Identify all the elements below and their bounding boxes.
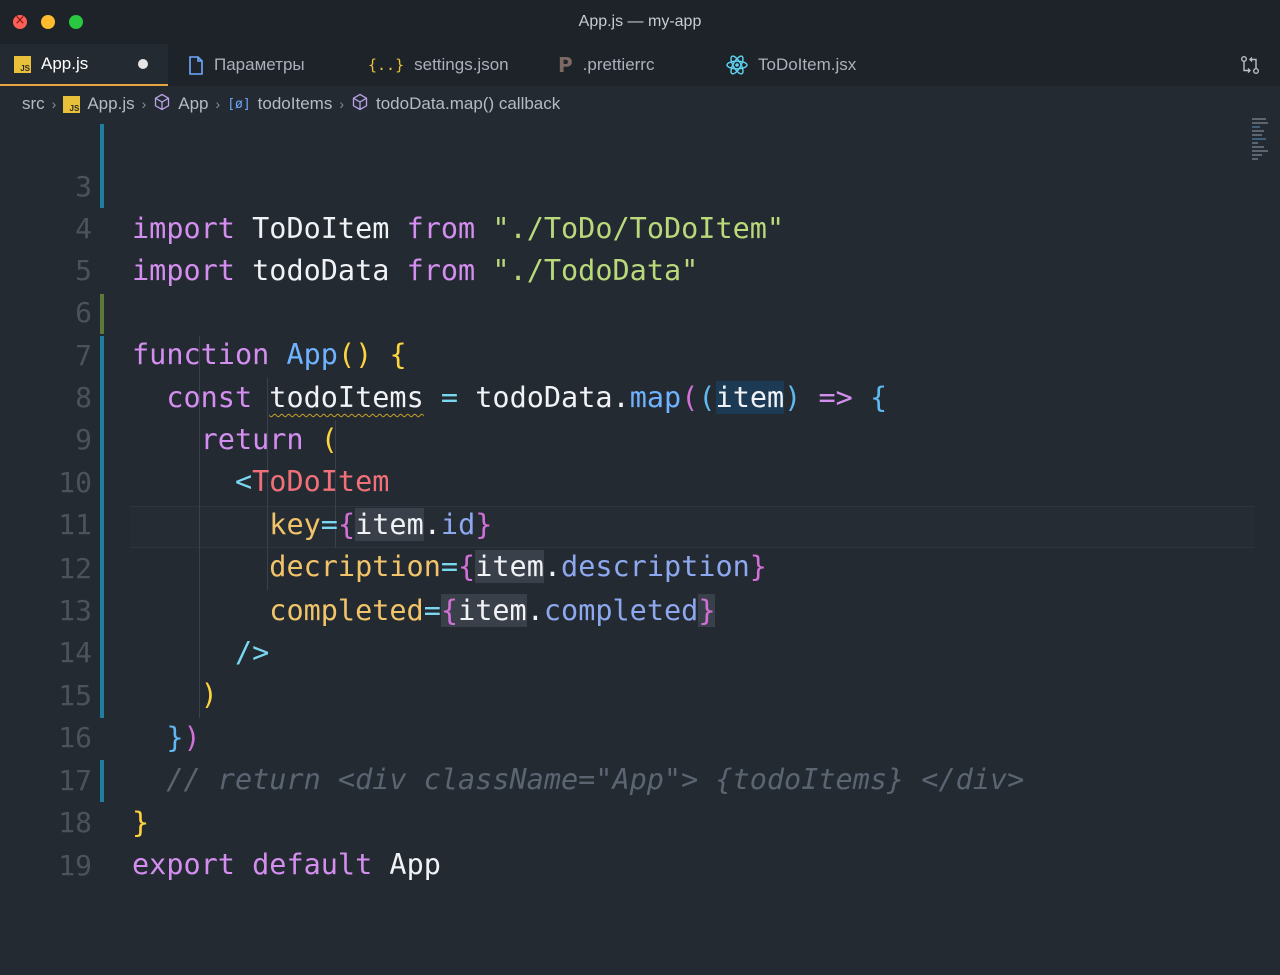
line-number: 19 <box>58 849 92 882</box>
code-editor[interactable]: 3 import ToDoItem from "./ToDo/ToDoItem"… <box>0 122 1280 975</box>
tab-prettierrc[interactable]: P .prettierrc <box>544 44 668 86</box>
window-title: App.js — my-app <box>578 13 702 30</box>
symbol-variable-icon: [ø] <box>227 96 251 112</box>
code-line-17[interactable]: 17 } <box>0 718 1280 839</box>
breadcrumb-item-callback[interactable]: todoData.map() callback <box>376 94 560 114</box>
code-line-15[interactable]: 15 }) <box>0 633 1280 754</box>
tab-label: ToDoItem.jsx <box>758 55 857 74</box>
prettier-icon: P <box>558 53 573 77</box>
tab-parametry[interactable]: Параметры <box>174 44 319 86</box>
tab-todoitem-jsx[interactable]: ToDoItem.jsx <box>712 44 870 86</box>
tab-settings-json[interactable]: {..} settings.json <box>354 44 523 86</box>
compare-changes-icon[interactable] <box>1240 55 1260 80</box>
minimap[interactable] <box>1252 118 1270 170</box>
code-line-9[interactable]: 9 <ToDoItem <box>0 377 1280 498</box>
code-line-16[interactable]: 16 // return <div className="App"> {todo… <box>0 675 1280 796</box>
breadcrumb-item-app[interactable]: App <box>178 94 208 114</box>
js-file-icon: JS <box>14 55 31 73</box>
code-line-11[interactable]: 11 decription={item.description} <box>0 462 1280 583</box>
code-line-6[interactable]: 6 function App() { <box>0 250 1280 371</box>
breadcrumb-item-todoitems[interactable]: todoItems <box>258 94 333 114</box>
tab-label: .prettierrc <box>582 55 655 74</box>
tab-label: Параметры <box>214 55 305 74</box>
chevron-right-icon: › <box>215 96 221 112</box>
file-icon <box>188 55 204 75</box>
json-braces-icon: {..} <box>368 56 405 74</box>
editor-window: App.js — my-app JS App.js Параметры {..}… <box>0 0 1280 975</box>
code-line-10[interactable]: 10 key={item.id} <box>0 420 1280 541</box>
code-line-12[interactable]: 12 completed={item.completed} <box>0 506 1280 627</box>
breadcrumb: src › JS App.js › App › [ø] todoItems › … <box>0 86 1280 122</box>
title-bar: App.js — my-app <box>0 0 1280 44</box>
code-line-13[interactable]: 13 /> <box>0 548 1280 669</box>
tab-label: App.js <box>41 54 89 73</box>
symbol-function-icon <box>351 93 369 116</box>
code-line-8[interactable]: 8 return ( <box>0 335 1280 456</box>
breadcrumb-item-src[interactable]: src <box>22 94 45 114</box>
symbol-function-icon <box>153 93 171 116</box>
breadcrumb-item-file[interactable]: App.js <box>87 94 134 114</box>
tab-label: settings.json <box>414 55 509 74</box>
code-line-3[interactable]: 3 import ToDoItem from "./ToDo/ToDoItem" <box>0 124 1280 245</box>
code-line-19[interactable]: 19 <box>0 803 1280 882</box>
code-line-5[interactable]: 5 <box>0 208 1280 287</box>
chevron-right-icon: › <box>141 96 147 112</box>
js-file-icon: JS <box>63 95 81 113</box>
code-line-7[interactable]: 7 const todoItems = todoData.map((item) … <box>0 293 1280 414</box>
unsaved-dot-icon[interactable] <box>138 59 149 69</box>
tab-bar: JS App.js Параметры {..} settings.json P… <box>0 44 1280 86</box>
chevron-right-icon: › <box>339 96 344 112</box>
code-line-18[interactable]: 18 export default App <box>0 760 1280 881</box>
code-line-4[interactable]: 4 import todoData from "./TodoData" <box>0 166 1280 287</box>
chevron-right-icon: › <box>51 96 57 112</box>
code-line-14[interactable]: 14 ) <box>0 590 1280 711</box>
react-icon <box>726 55 748 75</box>
tab-app-js[interactable]: JS App.js <box>0 44 168 86</box>
